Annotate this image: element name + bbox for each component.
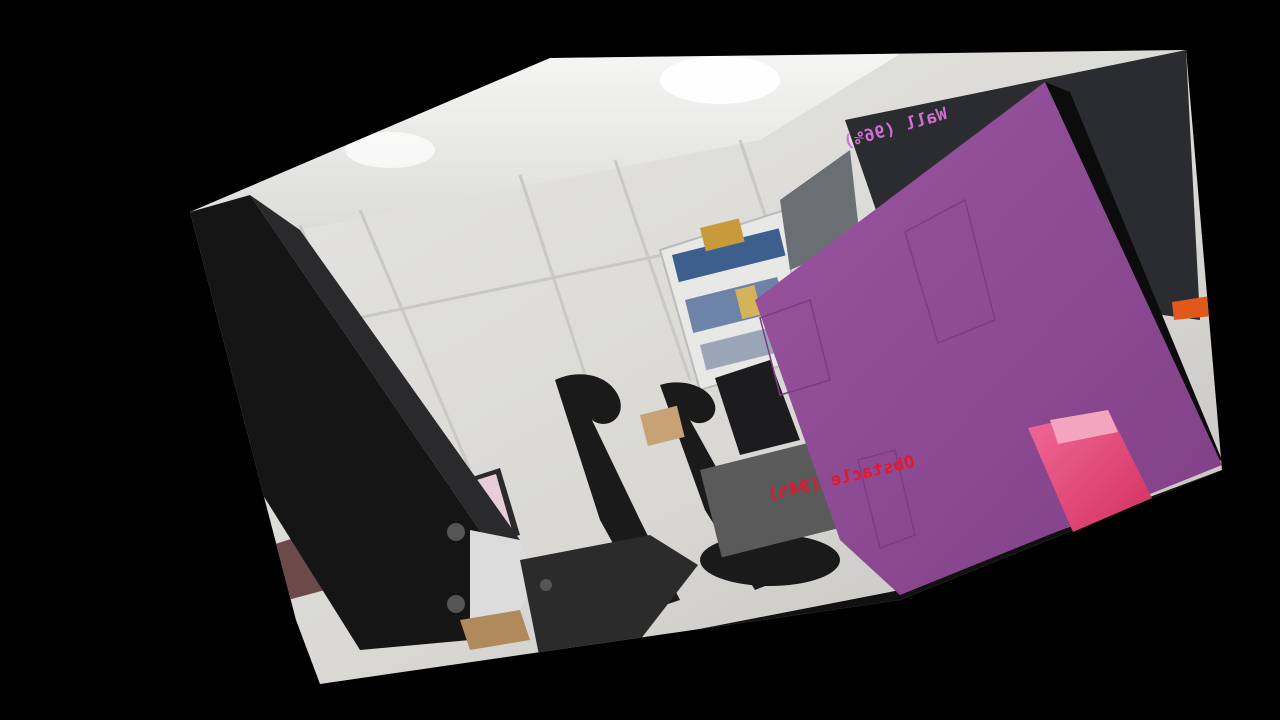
ceiling-light — [660, 56, 780, 104]
ceiling-light — [345, 132, 435, 168]
camera-view — [190, 50, 1222, 684]
